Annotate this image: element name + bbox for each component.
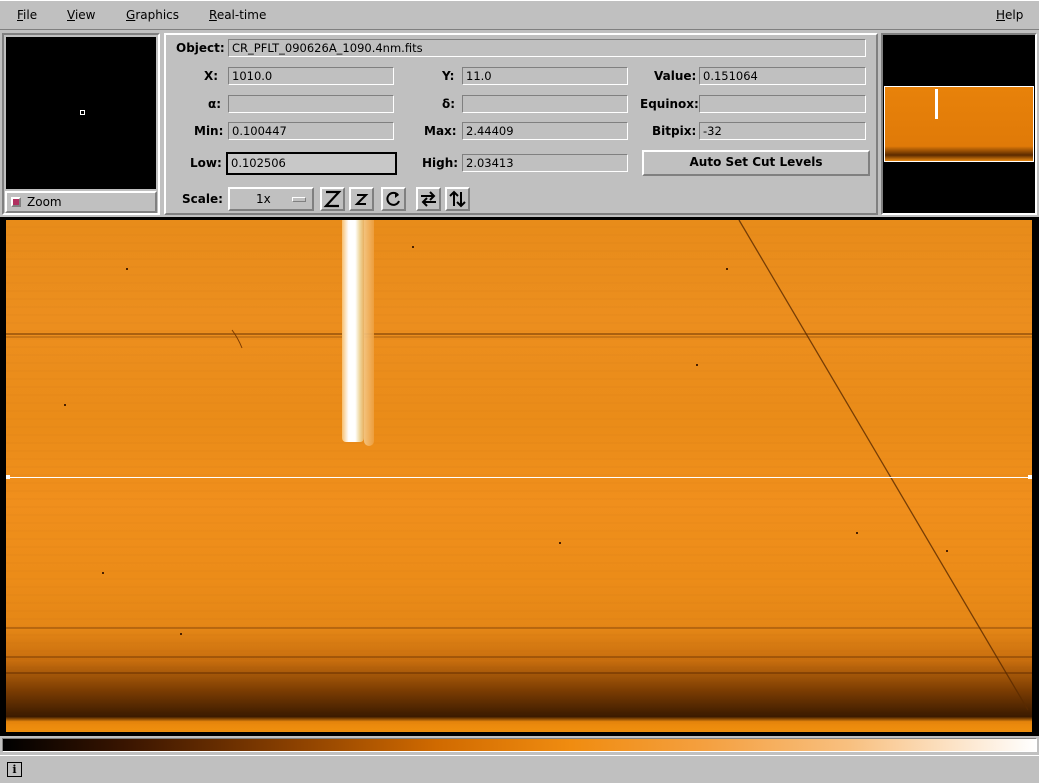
scale-select[interactable]: 1x [228, 187, 314, 211]
menu-help[interactable]: Help [996, 8, 1023, 22]
zoom-toggle[interactable]: Zoom [5, 191, 157, 213]
flip-y-icon [449, 190, 466, 208]
control-panel: Zoom Object: CR_PFLT_090626A_1090.4nm.fi… [0, 31, 1039, 216]
image-speck [559, 542, 561, 544]
zoom-out-icon [354, 194, 369, 205]
rotate-icon [386, 191, 400, 206]
low-cut-input[interactable]: 0.102506 [226, 152, 397, 175]
image-diagonal-scratch [738, 220, 1029, 711]
zoom-pane: Zoom [2, 33, 160, 215]
zoom-in-button[interactable] [320, 187, 345, 211]
pan-thumbnail[interactable] [884, 86, 1034, 162]
scale-value: 1x [256, 192, 271, 206]
info-pane: Object: CR_PFLT_090626A_1090.4nm.fits X:… [164, 33, 878, 215]
alpha-field[interactable] [228, 95, 394, 113]
menu-file[interactable]: File [17, 8, 37, 22]
menu-graphics[interactable]: Graphics [126, 8, 179, 22]
rotate-button[interactable] [381, 187, 406, 211]
delta-field[interactable] [462, 95, 628, 113]
menubar: File View Graphics Real-time Help [0, 0, 1039, 30]
high-cut-input[interactable]: 2.03413 [462, 154, 628, 172]
menu-view[interactable]: View [67, 8, 95, 22]
max-label: Max: [424, 124, 457, 138]
bitpix-label: Bitpix: [652, 124, 697, 138]
image-crosshair-line [6, 477, 1032, 478]
image-pane [0, 217, 1039, 736]
image-speck [64, 404, 66, 406]
delta-label: δ: [442, 97, 456, 111]
zoom-in-icon [323, 190, 342, 208]
image-speck [856, 532, 858, 534]
zoom-out-button[interactable] [349, 187, 374, 211]
zoom-cursor [80, 110, 85, 115]
min-field[interactable]: 0.100447 [228, 122, 394, 140]
image-speck [412, 246, 414, 248]
image-speck [726, 268, 728, 270]
option-menu-indicator-icon [292, 197, 306, 202]
object-field[interactable]: CR_PFLT_090626A_1090.4nm.fits [228, 39, 866, 57]
x-label: X: [204, 69, 219, 83]
value-field[interactable]: 0.151064 [699, 67, 866, 85]
image-canvas[interactable] [6, 220, 1032, 732]
flip-x-button[interactable] [416, 187, 441, 211]
image-speck [696, 364, 698, 366]
high-label: High: [422, 156, 459, 170]
info-icon[interactable]: i [7, 762, 22, 777]
zoom-label: Zoom [27, 195, 62, 209]
min-label: Min: [194, 124, 224, 138]
image-speck [102, 572, 104, 574]
image-hair-artifact [231, 329, 243, 349]
y-field[interactable]: 11.0 [462, 67, 628, 85]
pan-pane[interactable] [881, 33, 1037, 215]
image-speck [126, 268, 128, 270]
scale-label: Scale: [182, 192, 223, 206]
alpha-label: α: [208, 97, 222, 111]
bitpix-field[interactable]: -32 [699, 122, 866, 140]
max-field[interactable]: 2.44409 [462, 122, 628, 140]
crosshair-handle-left[interactable] [6, 475, 10, 479]
flip-x-icon [421, 191, 436, 207]
value-label: Value: [654, 69, 697, 83]
flip-y-button[interactable] [445, 187, 470, 211]
low-label: Low: [190, 156, 222, 170]
menu-realtime[interactable]: Real-time [209, 8, 266, 22]
status-bar: i [0, 755, 1039, 783]
pan-streak [935, 89, 938, 119]
auto-set-cut-levels-button[interactable]: Auto Set Cut Levels [642, 150, 870, 176]
y-label: Y: [442, 69, 455, 83]
image-scratch-layer [231, 220, 1029, 711]
colorbar[interactable] [2, 738, 1037, 752]
object-label: Object: [176, 41, 225, 55]
x-field[interactable]: 1010.0 [228, 67, 394, 85]
equinox-field[interactable] [699, 95, 866, 113]
image-speck [946, 550, 948, 552]
image-speck [180, 633, 182, 635]
equinox-label: Equinox: [640, 97, 699, 111]
crosshair-handle-right[interactable] [1028, 475, 1032, 479]
zoom-view[interactable] [6, 37, 156, 189]
zoom-checkbox[interactable] [11, 197, 21, 207]
